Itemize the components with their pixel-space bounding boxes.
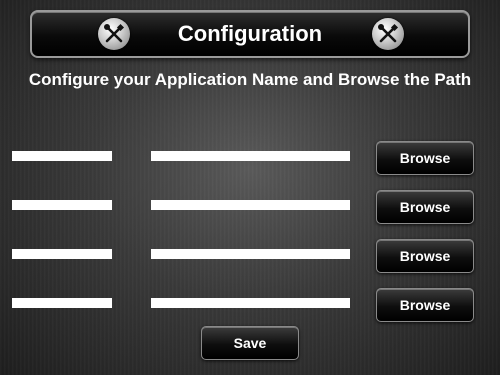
app-name-input[interactable] [12,200,112,210]
tools-icon [372,18,404,50]
browse-button[interactable]: Browse [376,190,474,224]
app-name-input[interactable] [12,298,112,308]
browse-button[interactable]: Browse [376,239,474,273]
path-input[interactable] [151,249,350,259]
config-row: Browse [0,239,500,279]
title-bar: Configuration [30,10,470,58]
config-row: Browse [0,190,500,230]
browse-button[interactable]: Browse [376,288,474,322]
app-name-input[interactable] [12,249,112,259]
app-name-input[interactable] [12,151,112,161]
config-row: Browse [0,141,500,181]
path-input[interactable] [151,200,350,210]
path-input[interactable] [151,151,350,161]
config-row: Browse [0,288,500,328]
path-input[interactable] [151,298,350,308]
browse-button[interactable]: Browse [376,141,474,175]
save-button[interactable]: Save [201,326,299,360]
instructions-text: Configure your Application Name and Brow… [28,70,472,89]
